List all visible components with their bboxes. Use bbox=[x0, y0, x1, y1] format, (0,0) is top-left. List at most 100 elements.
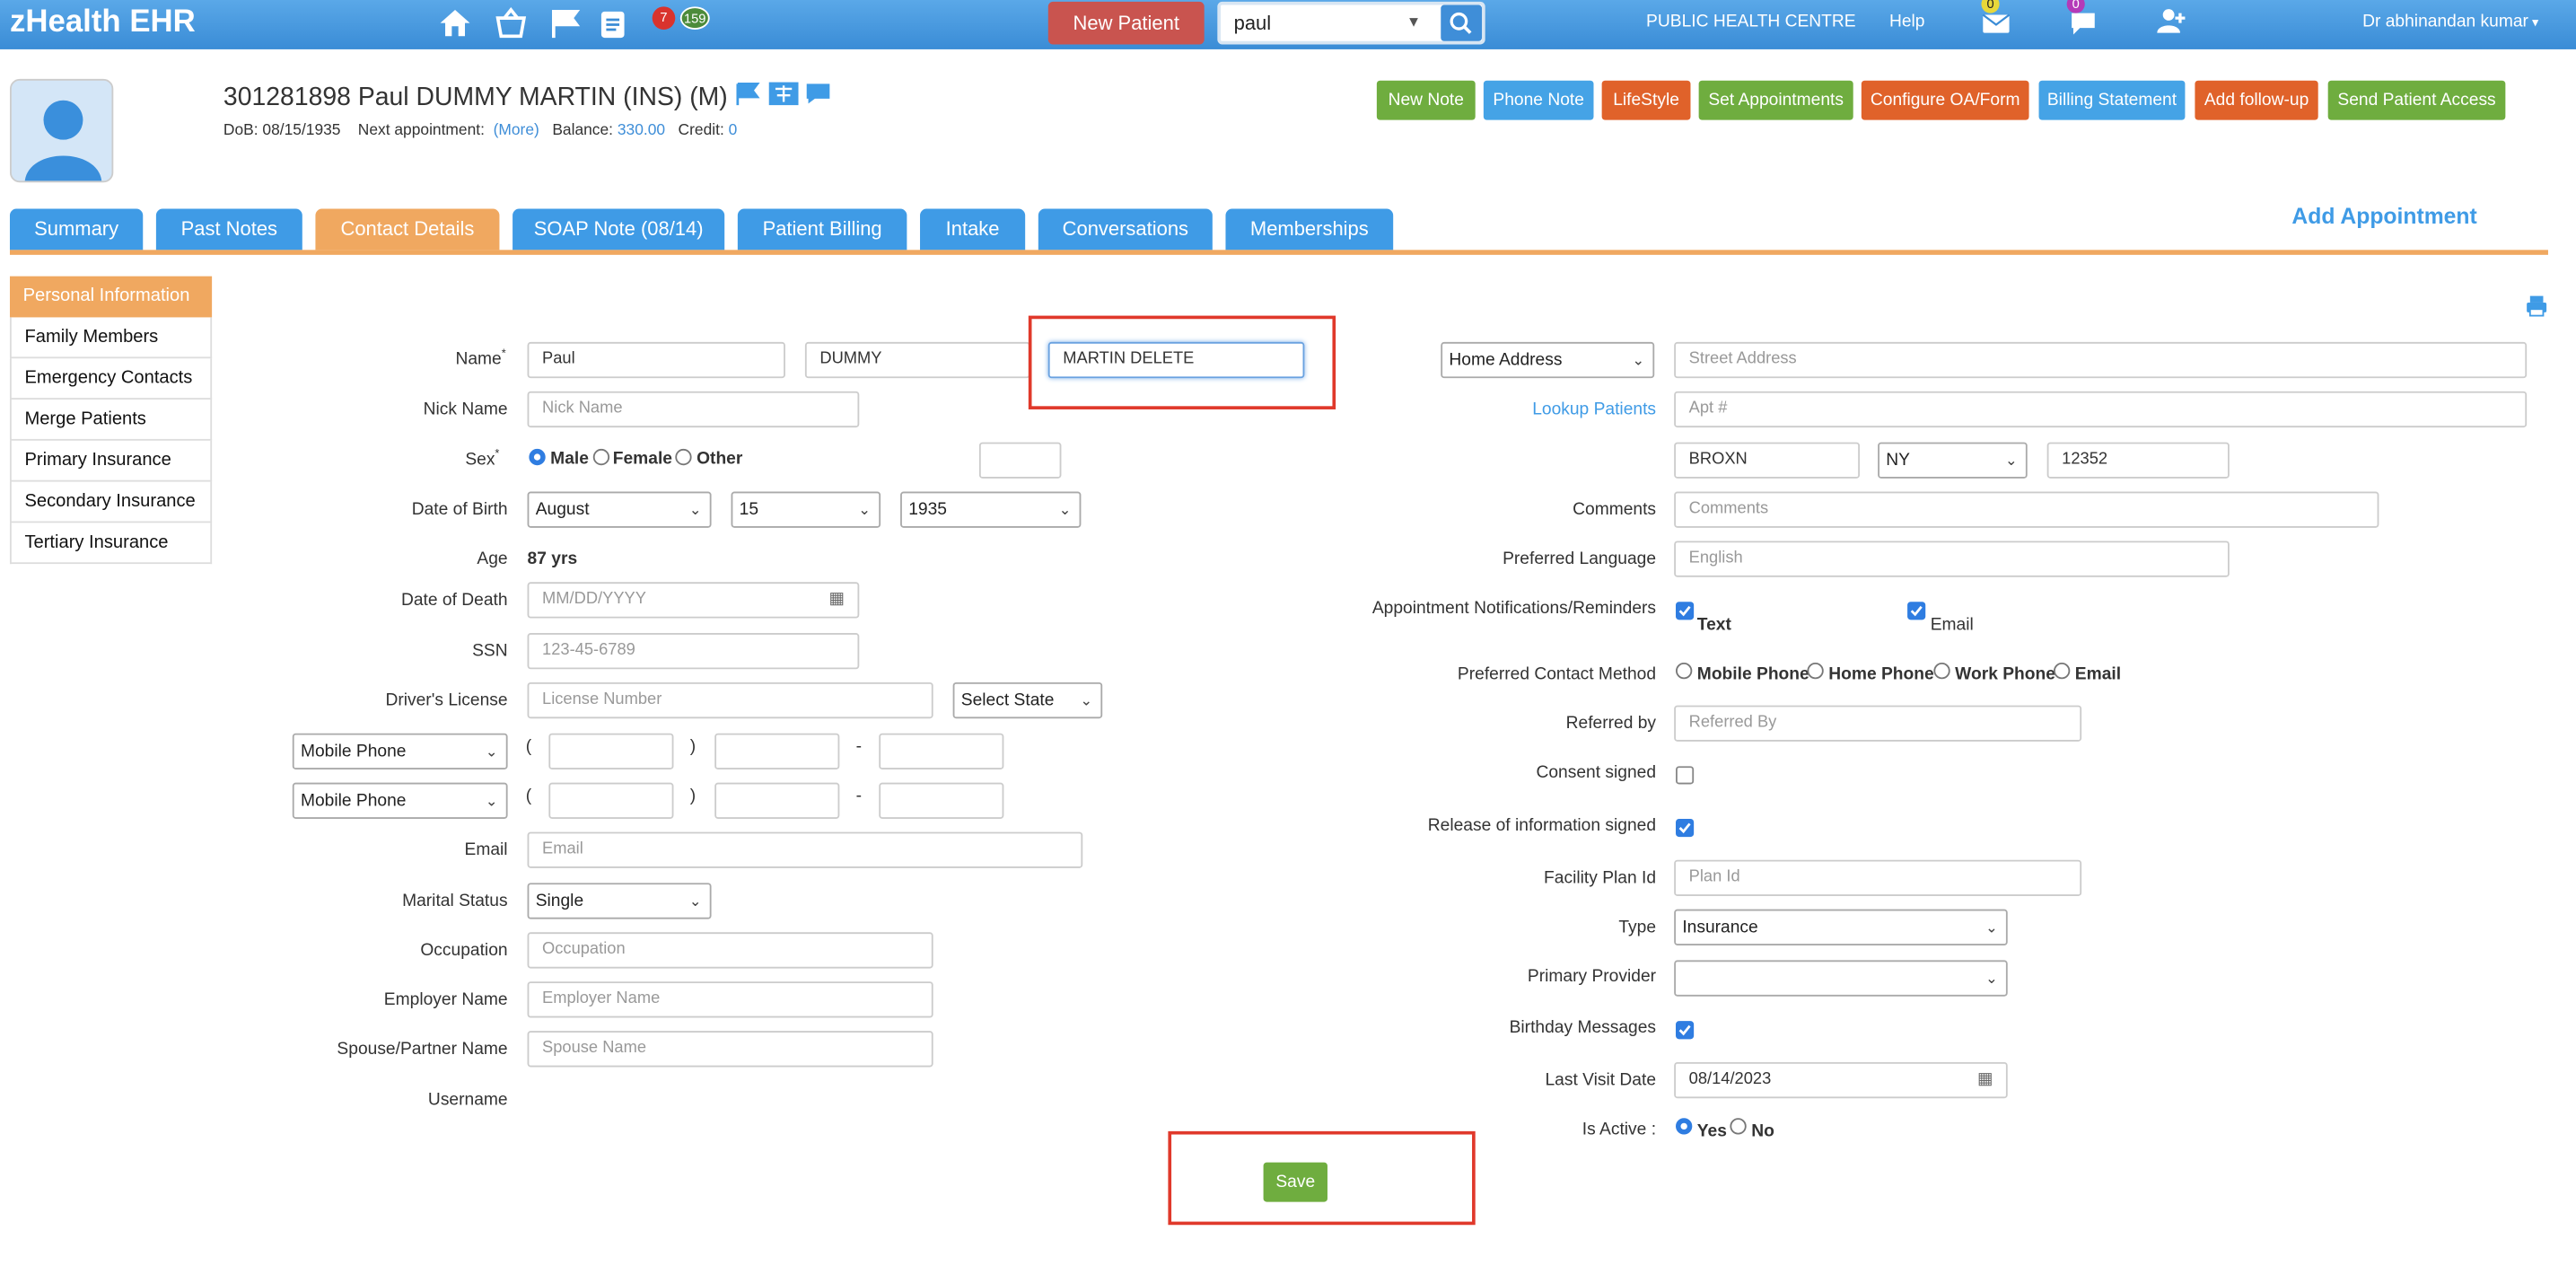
dob-month-select[interactable]: August ⌄ bbox=[527, 491, 712, 528]
new-note-button[interactable]: New Note bbox=[1376, 80, 1476, 120]
active-yes-radio[interactable] bbox=[1676, 1118, 1693, 1135]
app-logo[interactable]: zHealth EHR bbox=[10, 4, 196, 40]
chevron-down-icon[interactable]: ▼ bbox=[1406, 13, 1421, 30]
middle-name-input[interactable]: DUMMY bbox=[804, 341, 1030, 379]
comments-input[interactable]: Comments bbox=[1674, 491, 2379, 528]
print-icon[interactable] bbox=[2525, 295, 2548, 322]
phone-note-button[interactable]: Phone Note bbox=[1483, 80, 1594, 120]
ssn-input[interactable]: 123-45-6789 bbox=[527, 633, 860, 670]
messages-badge[interactable]: 159 bbox=[679, 6, 710, 30]
tab-soap-note[interactable]: SOAP Note (08/14) bbox=[513, 208, 725, 251]
dob-year-select[interactable]: 1935 ⌄ bbox=[900, 491, 1082, 528]
license-state-select[interactable]: Select State ⌄ bbox=[952, 681, 1103, 719]
tab-patient-billing[interactable]: Patient Billing bbox=[737, 208, 907, 251]
dod-input[interactable]: MM/DD/YYYY ▦ bbox=[527, 582, 860, 619]
comment-icon[interactable] bbox=[805, 84, 831, 111]
tab-conversations[interactable]: Conversations bbox=[1038, 208, 1213, 251]
lookup-patients-link[interactable]: Lookup Patients bbox=[1446, 400, 1656, 419]
employer-input[interactable]: Employer Name bbox=[527, 981, 933, 1018]
contact-mobile-radio[interactable] bbox=[1676, 662, 1693, 680]
street-address-input[interactable]: Street Address bbox=[1674, 341, 2528, 379]
referred-input[interactable]: Referred By bbox=[1674, 705, 2082, 742]
calendar-icon[interactable]: ▦ bbox=[829, 584, 845, 617]
sex-female-radio[interactable] bbox=[592, 448, 610, 466]
help-link[interactable]: Help bbox=[1889, 12, 1925, 31]
phone2-line-input[interactable] bbox=[879, 782, 1004, 819]
clipboard-icon[interactable] bbox=[596, 6, 629, 44]
sidebar-item-secondary-insurance[interactable]: Secondary Insurance bbox=[9, 481, 213, 523]
add-appointment-link[interactable]: Add Appointment bbox=[2291, 204, 2476, 228]
search-button[interactable] bbox=[1441, 4, 1483, 41]
active-no-radio[interactable] bbox=[1730, 1118, 1747, 1135]
search-input[interactable]: paul bbox=[1234, 12, 1272, 35]
phone2-prefix-input[interactable] bbox=[714, 782, 840, 819]
notif-text-checkbox[interactable] bbox=[1676, 602, 1695, 620]
save-button[interactable]: Save bbox=[1263, 1162, 1327, 1202]
phone2-type-select[interactable]: Mobile Phone ⌄ bbox=[292, 782, 508, 819]
sidebar-item-primary-insurance[interactable]: Primary Insurance bbox=[9, 440, 213, 482]
configure-oa-form-button[interactable]: Configure OA/Form bbox=[1861, 80, 2029, 120]
marital-status-select[interactable]: Single ⌄ bbox=[527, 883, 712, 919]
billing-statement-button[interactable]: Billing Statement bbox=[2038, 80, 2186, 120]
language-input[interactable]: English bbox=[1674, 541, 2230, 577]
plan-id-input[interactable]: Plan Id bbox=[1674, 859, 2082, 897]
sex-extra-input[interactable] bbox=[978, 442, 1062, 479]
flag-icon[interactable] bbox=[735, 83, 761, 111]
phone1-prefix-input[interactable] bbox=[714, 733, 840, 770]
first-name-input[interactable]: Paul bbox=[527, 341, 785, 379]
add-user-icon[interactable] bbox=[2155, 6, 2188, 40]
translate-icon[interactable] bbox=[767, 82, 798, 111]
phone2-area-input[interactable] bbox=[548, 782, 674, 819]
zip-input[interactable]: 12352 bbox=[2046, 442, 2230, 479]
contact-home-radio[interactable] bbox=[1807, 662, 1824, 680]
contact-work-radio[interactable] bbox=[1933, 662, 1950, 680]
last-visit-input[interactable]: 08/14/2023 ▦ bbox=[1674, 1061, 2008, 1099]
patient-search[interactable]: paul ▼ bbox=[1217, 1, 1485, 45]
apt-input[interactable]: Apt # bbox=[1674, 391, 2528, 428]
notif-email-checkbox[interactable] bbox=[1907, 602, 1926, 620]
email-input[interactable]: Email bbox=[527, 831, 1083, 868]
tab-memberships[interactable]: Memberships bbox=[1225, 208, 1394, 251]
sex-other-radio[interactable] bbox=[675, 448, 692, 466]
sidebar-item-merge-patients[interactable]: Merge Patients bbox=[9, 399, 213, 441]
tab-contact-details[interactable]: Contact Details bbox=[315, 208, 500, 251]
state-select[interactable]: NY ⌄ bbox=[1878, 442, 2028, 479]
user-menu[interactable]: Dr abhinandan kumar ▾ bbox=[2362, 12, 2538, 31]
sidebar-item-personal-information[interactable]: Personal Information bbox=[9, 276, 213, 318]
tab-past-notes[interactable]: Past Notes bbox=[155, 208, 302, 251]
tab-summary[interactable]: Summary bbox=[9, 208, 144, 251]
tab-intake[interactable]: Intake bbox=[920, 208, 1026, 251]
new-patient-button[interactable]: New Patient bbox=[1047, 1, 1205, 45]
birthday-messages-checkbox[interactable] bbox=[1676, 1021, 1695, 1040]
sidebar-item-family-members[interactable]: Family Members bbox=[9, 317, 213, 359]
phone1-area-input[interactable] bbox=[548, 733, 674, 770]
sex-male-radio[interactable] bbox=[529, 448, 546, 466]
facility-label[interactable]: PUBLIC HEALTH CENTRE bbox=[1646, 12, 1856, 31]
next-appt-more-link[interactable]: (More) bbox=[494, 122, 539, 140]
patient-avatar[interactable] bbox=[9, 78, 114, 183]
spouse-input[interactable]: Spouse Name bbox=[527, 1031, 933, 1068]
basket-icon[interactable] bbox=[493, 6, 529, 44]
home-icon[interactable] bbox=[437, 6, 473, 44]
sidebar-item-tertiary-insurance[interactable]: Tertiary Insurance bbox=[9, 523, 213, 565]
mail-icon[interactable] bbox=[1980, 8, 2013, 40]
last-name-input[interactable]: MARTIN DELETE bbox=[1047, 341, 1305, 379]
sidebar-item-emergency-contacts[interactable]: Emergency Contacts bbox=[9, 358, 213, 400]
credit-value[interactable]: 0 bbox=[729, 122, 738, 140]
tasks-badge[interactable]: 7 bbox=[652, 6, 676, 30]
dob-day-select[interactable]: 15 ⌄ bbox=[731, 491, 881, 528]
release-checkbox[interactable] bbox=[1676, 818, 1695, 838]
contact-email-radio[interactable] bbox=[2054, 662, 2071, 680]
city-input[interactable]: BROXN bbox=[1674, 442, 1861, 479]
send-patient-access-button[interactable]: Send Patient Access bbox=[2327, 80, 2506, 120]
chat-icon[interactable] bbox=[2067, 8, 2100, 42]
address-type-select[interactable]: Home Address ⌄ bbox=[1441, 341, 1655, 379]
type-select[interactable]: Insurance ⌄ bbox=[1674, 909, 2008, 945]
balance-value[interactable]: 330.00 bbox=[618, 122, 665, 140]
occupation-input[interactable]: Occupation bbox=[527, 932, 933, 969]
set-appointments-button[interactable]: Set Appointments bbox=[1698, 80, 1853, 120]
calendar-icon[interactable]: ▦ bbox=[1977, 1064, 1993, 1097]
license-input[interactable]: License Number bbox=[527, 681, 933, 719]
flag-icon[interactable] bbox=[548, 6, 583, 44]
lifestyle-button[interactable]: LifeStyle bbox=[1601, 80, 1691, 120]
